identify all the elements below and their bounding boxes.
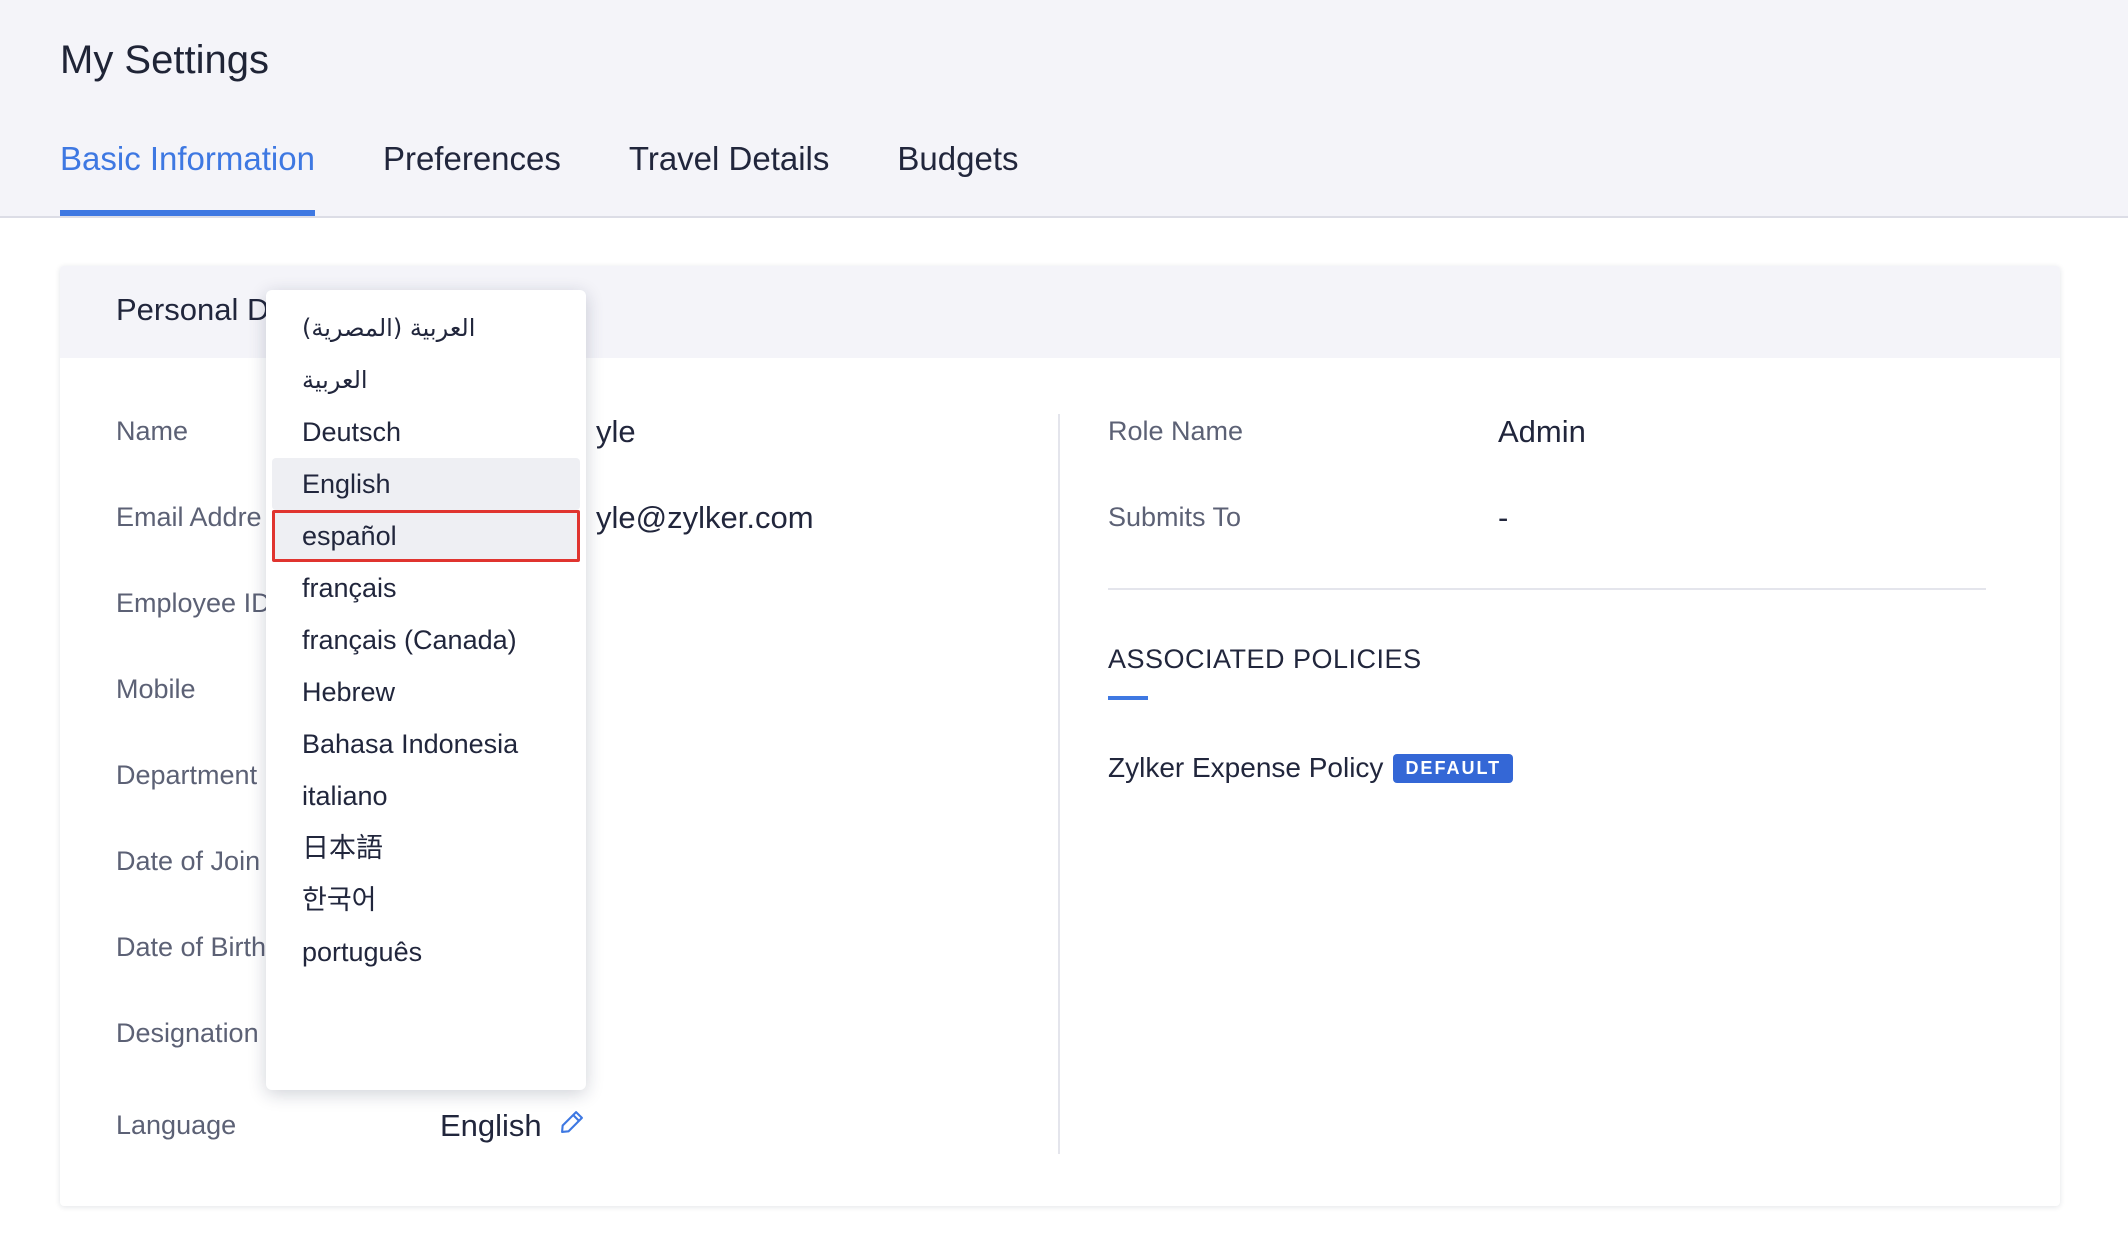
date-of-joining-label: Date of Join [116,846,261,876]
policy-name: Zylker Expense Policy [1108,752,1384,783]
tab-budgets[interactable]: Budgets [897,132,1018,216]
employee-id-label: Employee ID [116,588,271,618]
name-value: yle [596,414,636,449]
name-label: Name [116,416,189,446]
pencil-icon[interactable] [558,1108,586,1136]
dropdown-option[interactable]: 日本語 [272,822,580,874]
dropdown-option-selected[interactable]: English [272,458,580,510]
tab-preferences[interactable]: Preferences [383,132,561,216]
submits-to-value: - [1498,500,1509,535]
settings-tabs: Basic Information Preferences Travel Det… [60,132,1086,216]
designation-label: Designation [116,1018,259,1048]
language-label: Language [116,1110,237,1140]
dropdown-option[interactable]: français [272,562,580,614]
policy-row: Zylker Expense Policy DEFAULT [1108,752,1514,784]
dropdown-option[interactable]: Hebrew [272,666,580,718]
dropdown-option[interactable]: português [272,926,580,978]
default-badge: DEFAULT [1393,753,1514,783]
mobile-label: Mobile [116,674,196,704]
associated-policies-heading: ASSOCIATED POLICIES [1108,644,1422,674]
date-of-birth-label: Date of Birth [116,932,267,962]
tab-travel-details[interactable]: Travel Details [629,132,830,216]
email-label: Email Addre [116,502,262,532]
email-value: yle@zylker.com [596,500,814,535]
language-dropdown[interactable]: العربية (المصرية) العربية Deutsch Englis… [266,290,586,1090]
dropdown-option[interactable]: Deutsch [272,406,580,458]
role-name-label: Role Name [1108,416,1244,446]
tab-basic-information[interactable]: Basic Information [60,132,315,216]
right-divider [1108,588,1986,590]
dropdown-option-highlighted[interactable]: español [272,510,580,562]
dropdown-option[interactable]: italiano [272,770,580,822]
section-underline [1108,696,1148,700]
submits-to-label: Submits To [1108,502,1242,532]
role-name-value: Admin [1498,414,1586,449]
dropdown-option[interactable]: العربية (المصرية) [272,302,580,354]
page-title: My Settings [60,38,269,82]
dropdown-option[interactable]: العربية [272,354,580,406]
dropdown-option[interactable]: 한국어 [272,874,580,926]
language-value: English [440,1108,542,1143]
card-title: Personal D [116,292,270,327]
department-label: Department [116,760,258,790]
dropdown-option[interactable]: français (Canada) [272,614,580,666]
dropdown-option[interactable]: Bahasa Indonesia [272,718,580,770]
column-divider [1058,414,1060,1154]
settings-page: My Settings Basic Information Preference… [0,0,2128,1234]
